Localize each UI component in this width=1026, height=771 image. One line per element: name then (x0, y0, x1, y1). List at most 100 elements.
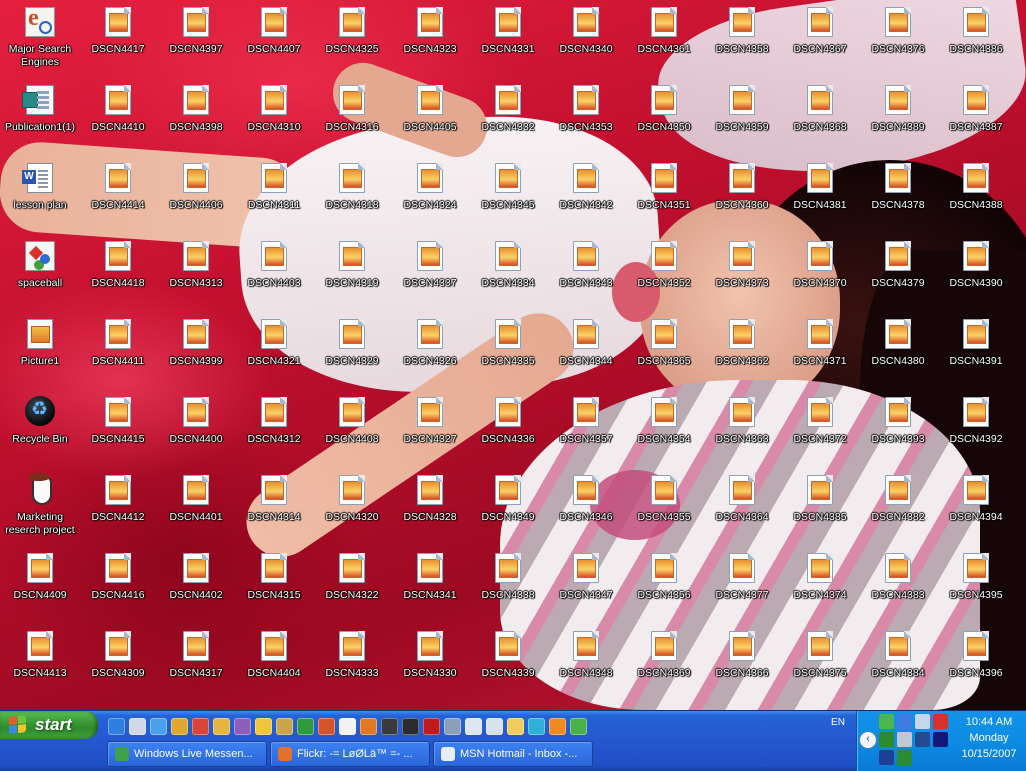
desktop-icon[interactable]: DSCN4351 (625, 158, 703, 230)
disconnect-icon[interactable] (933, 714, 948, 729)
opera-icon[interactable] (423, 717, 440, 735)
desktop-icon[interactable]: DSCN4310 (235, 80, 313, 152)
desktop-icon[interactable]: DSCN4383 (859, 548, 937, 620)
media-icon[interactable] (213, 717, 230, 735)
desktop-icon[interactable]: DSCN4382 (859, 470, 937, 542)
desktop-icon[interactable]: DSCN4406 (157, 158, 235, 230)
desktop-icon[interactable]: DSCN4332 (469, 80, 547, 152)
clock[interactable]: 10:44 AM Monday 10/15/2007 (951, 714, 1026, 762)
desktop-icon[interactable]: DSCN4360 (703, 158, 781, 230)
desktop-icon[interactable]: DSCN4348 (547, 626, 625, 698)
desktop-icon[interactable]: Recycle Bin (1, 392, 79, 464)
desktop-icon[interactable]: DSCN4354 (625, 392, 703, 464)
desktop-icon[interactable]: DSCN4355 (625, 470, 703, 542)
taskbar-button[interactable]: Windows Live Messen... (107, 741, 267, 767)
signal-icon[interactable] (879, 732, 894, 747)
network-icon[interactable] (570, 717, 587, 735)
powerpoint-icon[interactable] (318, 717, 335, 735)
security-icon[interactable] (897, 750, 912, 765)
desktop-icon[interactable]: DSCN4386 (937, 2, 1015, 74)
desktop-icon[interactable]: DSCN4412 (79, 470, 157, 542)
desktop-icon[interactable]: DSCN4377 (703, 548, 781, 620)
desktop-icon[interactable]: DSCN4380 (859, 314, 937, 386)
desktop-icon[interactable]: DSCN4370 (781, 236, 859, 308)
desktop-icon[interactable]: Major Search Engines (1, 2, 79, 74)
vlc-icon[interactable] (549, 717, 566, 735)
desktop-icon[interactable]: DSCN4393 (859, 392, 937, 464)
desktop-icon[interactable]: DSCN4356 (625, 548, 703, 620)
desktop-icon[interactable]: DSCN4311 (235, 158, 313, 230)
quicktime-icon[interactable] (381, 717, 398, 735)
desktop-icon[interactable]: DSCN4405 (391, 80, 469, 152)
desktop-icon[interactable]: DSCN4371 (781, 314, 859, 386)
desktop-icon[interactable]: DSCN4402 (157, 548, 235, 620)
desktop-icon[interactable]: DSCN4350 (625, 80, 703, 152)
desktop-icon[interactable]: DSCN4404 (235, 626, 313, 698)
folder-icon[interactable] (507, 717, 524, 735)
desktop-icon[interactable]: DSCN4312 (235, 392, 313, 464)
desktop-icon[interactable]: DSCN4318 (313, 158, 391, 230)
desktop-icon[interactable]: DSCN4410 (79, 80, 157, 152)
desktop-icon[interactable]: DSCN4358 (703, 2, 781, 74)
excel-icon[interactable] (297, 717, 314, 735)
desktop-icon[interactable]: DSCN4381 (781, 158, 859, 230)
ie-shortcut-icon[interactable] (150, 717, 167, 735)
firefox-icon[interactable] (360, 717, 377, 735)
desktop-icon[interactable]: DSCN4367 (781, 2, 859, 74)
player-icon[interactable] (528, 717, 545, 735)
desktop-icon[interactable]: DSCN4330 (391, 626, 469, 698)
desktop-icon[interactable]: DSCN4376 (859, 2, 937, 74)
desktop-icon[interactable]: DSCN4418 (79, 236, 157, 308)
desktop-icon[interactable]: DSCN4374 (781, 548, 859, 620)
plane-icon[interactable] (486, 717, 503, 735)
desktop-icon[interactable]: DSCN4345 (469, 158, 547, 230)
desktop-icon[interactable]: DSCN4385 (781, 470, 859, 542)
paint-icon[interactable] (171, 717, 188, 735)
desktop-icon[interactable]: DSCN4361 (625, 2, 703, 74)
desktop-icon[interactable]: DSCN4388 (937, 158, 1015, 230)
desktop-icon[interactable]: Marketing reserch project (1, 470, 79, 542)
settings-icon[interactable] (897, 732, 912, 747)
desktop-icon[interactable]: DSCN4316 (313, 80, 391, 152)
desktop-icon[interactable]: DSCN4343 (547, 236, 625, 308)
desktop-icon[interactable]: DSCN4359 (703, 80, 781, 152)
desktop-icon[interactable]: DSCN4407 (235, 2, 313, 74)
desktop-icon[interactable]: DSCN4336 (469, 392, 547, 464)
desktop-icon[interactable]: DSCN4364 (703, 470, 781, 542)
desktop-icon[interactable]: DSCN4390 (937, 236, 1015, 308)
desktop-icon[interactable]: DSCN4368 (781, 80, 859, 152)
desktop-icon[interactable]: DSCN4319 (313, 236, 391, 308)
desktop-icon[interactable]: DSCN4400 (157, 392, 235, 464)
word-icon[interactable] (339, 717, 356, 735)
desktop-icon[interactable]: DSCN4344 (547, 314, 625, 386)
notepad-icon[interactable] (129, 717, 146, 735)
desktop-icon[interactable]: DSCN4315 (235, 548, 313, 620)
desktop-icon[interactable]: DSCN4338 (469, 548, 547, 620)
desktop-icon[interactable]: DSCN4346 (547, 470, 625, 542)
desktop-icon[interactable]: DSCN4331 (469, 2, 547, 74)
desktop-icon[interactable]: DSCN4408 (313, 392, 391, 464)
start-button[interactable]: start (0, 711, 98, 739)
desktop-icon[interactable]: DSCN4399 (157, 314, 235, 386)
desktop-icon[interactable]: DSCN4329 (313, 314, 391, 386)
desktop-icon[interactable]: DSCN4396 (937, 626, 1015, 698)
desktop-icon[interactable]: DSCN4375 (781, 626, 859, 698)
chevron-left-icon[interactable]: ‹ (859, 731, 877, 749)
language-indicator[interactable]: EN (826, 717, 850, 728)
usb-icon[interactable] (879, 750, 894, 765)
desktop-icon[interactable]: DSCN4369 (625, 626, 703, 698)
desktop-icon[interactable]: DSCN4309 (79, 626, 157, 698)
word-doc-icon[interactable] (465, 717, 482, 735)
desktop-icon[interactable]: DSCN4317 (157, 626, 235, 698)
desktop-icon[interactable]: Picture1 (1, 314, 79, 386)
desktop-icon[interactable]: DSCN4357 (547, 392, 625, 464)
desktop-icon[interactable]: DSCN4363 (703, 392, 781, 464)
desktop-icon[interactable]: DSCN4378 (859, 158, 937, 230)
desktop-icon[interactable]: DSCN4384 (859, 626, 937, 698)
desktop-icon[interactable]: DSCN4379 (859, 236, 937, 308)
desktop-icon[interactable]: DSCN4320 (313, 470, 391, 542)
desktop-icon[interactable]: DSCN4342 (547, 158, 625, 230)
desktop-icon[interactable]: DSCN4352 (625, 236, 703, 308)
desktop-icon[interactable]: DSCN4394 (937, 470, 1015, 542)
users-icon[interactable] (897, 714, 912, 729)
